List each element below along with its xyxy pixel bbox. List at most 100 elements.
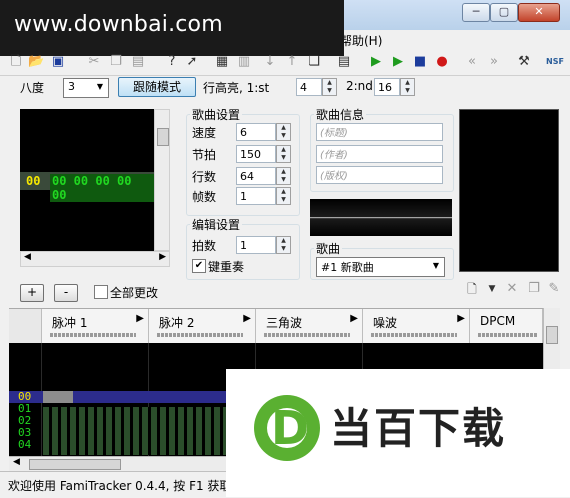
minimize-button[interactable]: ─ — [462, 3, 490, 22]
module-props-icon[interactable]: ▤ — [336, 54, 352, 70]
channel-noise[interactable]: 噪波 ▶ — [363, 309, 470, 343]
song-select[interactable]: #1 新歌曲 ▼ — [316, 257, 445, 277]
speed-field[interactable]: 6 — [236, 123, 276, 141]
chevron-right-icon[interactable]: ▶ — [136, 313, 144, 324]
volume-meter — [50, 333, 136, 337]
nsf-export-icon[interactable]: NSF — [544, 54, 566, 70]
record-icon[interactable]: ● — [434, 54, 450, 70]
chevron-right-icon[interactable]: ▶ — [243, 313, 251, 324]
change-all-label: 全部更改 — [110, 286, 159, 300]
remove-frame-icon[interactable]: ▥ — [236, 54, 252, 70]
close-button[interactable]: ✕ — [518, 3, 560, 22]
watermark-banner: www.downbai.com — [0, 0, 344, 56]
chevron-right-icon[interactable]: ▶ — [350, 313, 358, 324]
rows-field[interactable]: 64 — [236, 167, 276, 185]
highlight1-field[interactable]: 4 — [296, 78, 322, 96]
song-settings-title: 歌曲设置 — [190, 106, 243, 123]
frame-row-values[interactable]: 00 00 00 00 00 — [50, 174, 154, 202]
tempo-spinner[interactable]: ▲ ▼ — [276, 145, 291, 163]
open-file-icon[interactable]: 📂 — [28, 54, 44, 70]
watermark-text: www.downbai.com — [14, 12, 223, 37]
speed-label: 速度 — [192, 126, 217, 140]
cursor — [43, 391, 73, 403]
move-down-icon[interactable]: ↓ — [262, 54, 278, 70]
frame-editor[interactable]: 00 00 00 00 00 00 — [20, 109, 154, 251]
chevron-down-icon[interactable]: ▼ — [484, 281, 500, 297]
song-title-input[interactable]: (标题) — [316, 123, 443, 141]
stop-icon[interactable]: ■ — [412, 54, 428, 70]
highlight2-field[interactable]: 16 — [374, 78, 400, 96]
next-track-icon[interactable]: » — [486, 54, 502, 70]
save-icon[interactable]: ▣ — [50, 54, 66, 70]
chevron-down-icon: ▼ — [432, 261, 440, 270]
settings-icon[interactable]: ⚒ — [516, 54, 532, 70]
step-spinner[interactable]: ▲ ▼ — [276, 236, 291, 254]
close-icon: ✕ — [534, 5, 544, 18]
step-field[interactable]: 1 — [236, 236, 276, 254]
channel-pulse2[interactable]: 脉冲 2 ▶ — [149, 309, 256, 343]
frame-row-number: 00 — [26, 174, 41, 188]
scroll-left-icon[interactable]: ◀ — [13, 457, 20, 467]
channel-pulse1[interactable]: 脉冲 1 ▶ — [42, 309, 149, 343]
scroll-right-icon[interactable]: ▶ — [159, 252, 166, 262]
frame-vertical-scrollbar[interactable] — [154, 109, 170, 251]
play-icon[interactable]: ▶ — [368, 54, 384, 70]
song-info-title: 歌曲信息 — [314, 106, 367, 123]
menu-help[interactable]: 帮助(H) — [340, 32, 382, 49]
follow-mode-button[interactable]: 跟随模式 — [118, 77, 196, 97]
help-icon[interactable]: ? — [164, 54, 180, 70]
scroll-thumb[interactable] — [546, 326, 558, 344]
speed-spinner[interactable]: ▲ ▼ — [276, 123, 291, 141]
change-all-checkbox[interactable] — [94, 285, 108, 299]
paste-icon[interactable]: ▤ — [130, 54, 146, 70]
maximize-button[interactable]: ▢ — [490, 3, 518, 22]
new-instrument-icon[interactable]: 🗋 — [464, 281, 480, 297]
edit-instrument-icon[interactable]: ✎ — [548, 281, 560, 297]
status-text: 欢迎使用 FamiTracker 0.4.4, 按 F1 获取 — [8, 479, 232, 493]
play-loop-icon[interactable]: ▶ — [390, 54, 406, 70]
tempo-field[interactable]: 150 — [236, 145, 276, 163]
channel-triangle[interactable]: 三角波 ▶ — [256, 309, 363, 343]
rows-spinner[interactable]: ▲ ▼ — [276, 167, 291, 185]
pointer-icon[interactable]: ➚ — [184, 54, 200, 70]
insert-frame-icon[interactable]: ▦ — [214, 54, 230, 70]
cut-icon[interactable]: ✂ — [86, 54, 102, 70]
scroll-thumb[interactable] — [157, 128, 169, 146]
frame-horizontal-scrollbar[interactable]: ◀ ▶ — [20, 251, 170, 267]
scroll-left-icon[interactable]: ◀ — [24, 252, 31, 262]
step-label: 拍数 — [192, 239, 217, 253]
song-label: 歌曲 — [314, 240, 343, 257]
logo-text: 当百下载 — [330, 404, 507, 453]
channel-dpcm[interactable]: DPCM — [470, 309, 543, 343]
pattern-header: 脉冲 1 ▶ 脉冲 2 ▶ 三角波 ▶ 噪波 ▶ DPCM — [9, 308, 559, 343]
volume-meter — [478, 333, 538, 337]
octave-select[interactable]: 3 ▼ — [63, 78, 109, 98]
remove-frame-button[interactable]: - — [54, 284, 78, 302]
volume-meter — [371, 333, 457, 337]
highlight1-spinner[interactable]: ▲ ▼ — [322, 78, 337, 96]
new-file-icon[interactable]: 🗋 — [8, 54, 24, 70]
frames-label: 帧数 — [192, 190, 217, 204]
add-frame-button[interactable]: + — [20, 284, 44, 302]
volume-meter — [264, 333, 350, 337]
frames-spinner[interactable]: ▲ ▼ — [276, 187, 291, 205]
octave-label: 八度 — [20, 81, 45, 95]
row-number-header — [9, 309, 42, 343]
volume-meter — [157, 333, 243, 337]
instrument-list[interactable] — [459, 109, 559, 272]
frames-field[interactable]: 1 — [236, 187, 276, 205]
chevron-down-icon: ▼ — [96, 82, 104, 91]
song-copyright-input[interactable]: (版权) — [316, 166, 443, 184]
remove-instrument-icon[interactable]: ✕ — [504, 281, 520, 297]
chevron-right-icon[interactable]: ▶ — [457, 313, 465, 324]
song-author-input[interactable]: (作者) — [316, 145, 443, 163]
copy-icon[interactable]: ❐ — [108, 54, 124, 70]
prev-track-icon[interactable]: « — [464, 54, 480, 70]
minimize-icon: ─ — [472, 5, 480, 18]
highlight2-spinner[interactable]: ▲ ▼ — [400, 78, 415, 96]
move-up-icon[interactable]: ↑ — [284, 54, 300, 70]
scroll-thumb[interactable] — [29, 459, 121, 470]
copy-instrument-icon[interactable]: ❐ — [526, 281, 542, 297]
duplicate-icon[interactable]: ❏ — [306, 54, 322, 70]
key-repeat-checkbox[interactable]: ✔ — [192, 259, 206, 273]
